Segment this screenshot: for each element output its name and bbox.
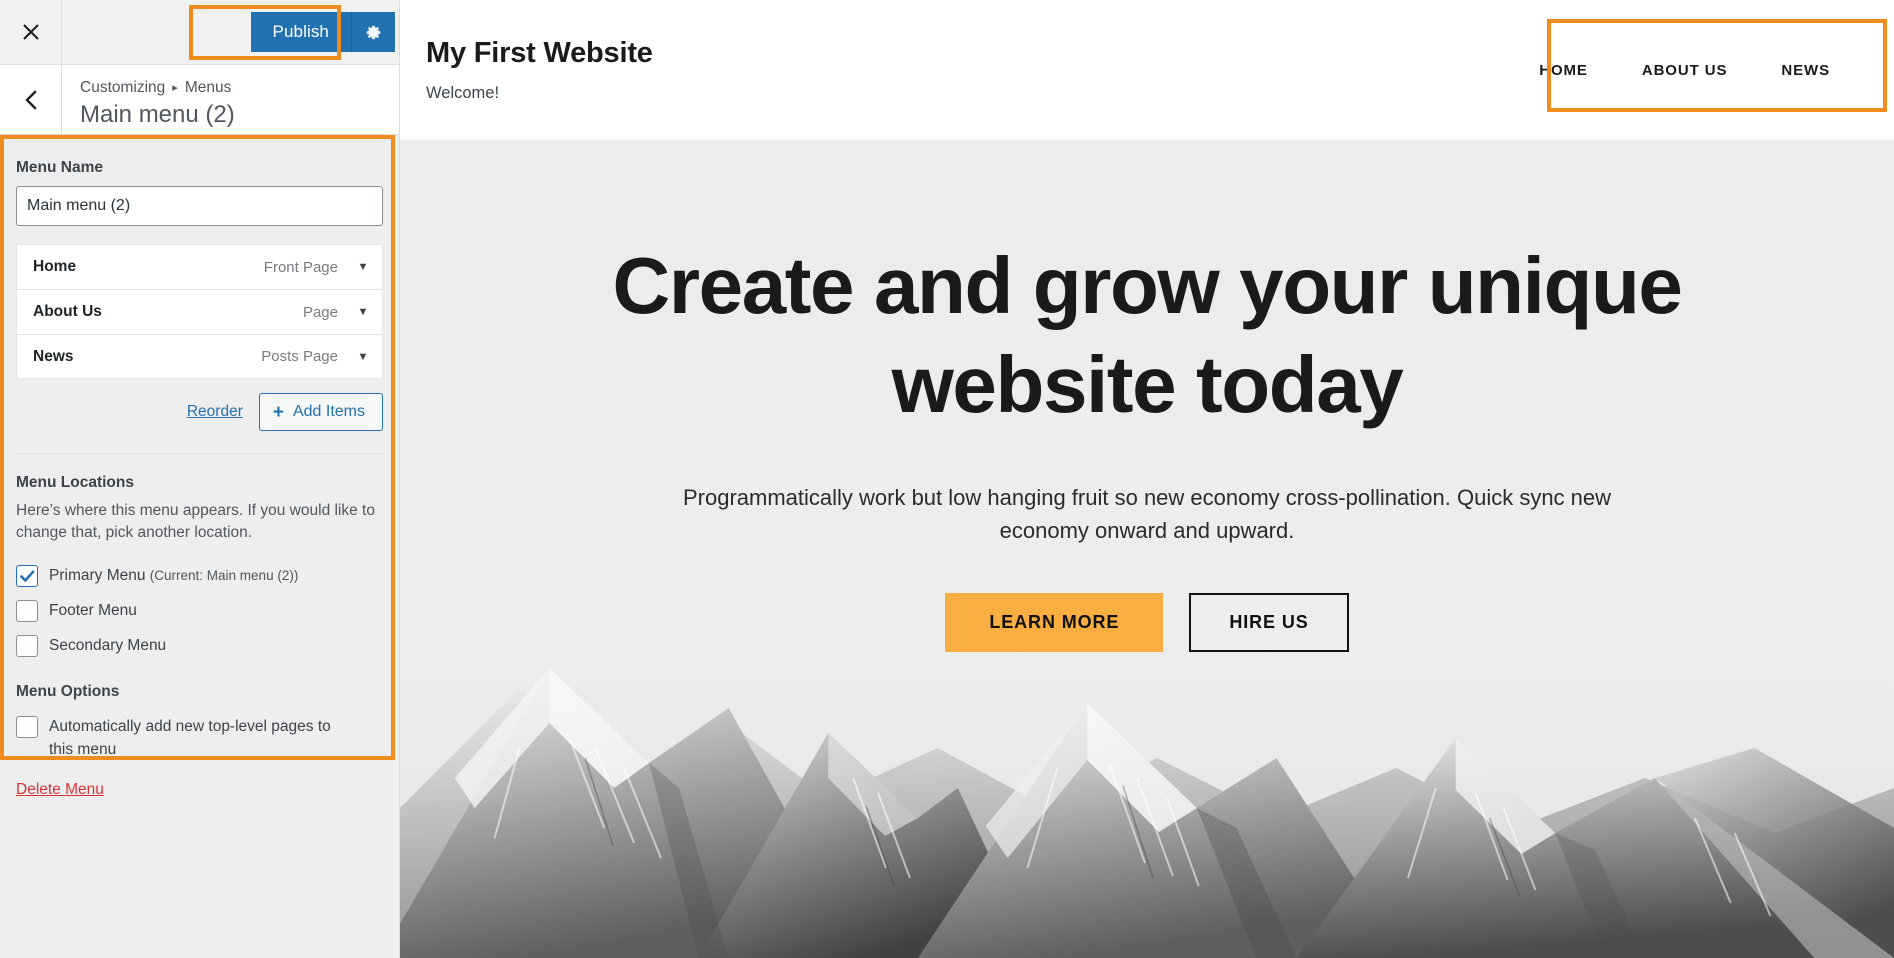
gear-icon[interactable]: [351, 12, 395, 52]
menu-item-type: Page: [302, 303, 338, 321]
menu-locations-section: Menu Locations Here’s where this menu ap…: [0, 454, 399, 663]
hero-subtitle: Programmatically work but low hanging fr…: [682, 485, 1612, 543]
add-items-button[interactable]: + Add Items: [258, 393, 383, 431]
customizer-screen: Publish Customizing ▸ Menus Main menu (2…: [0, 0, 1894, 958]
checkbox-primary-menu[interactable]: [16, 565, 38, 587]
menu-item-list: Home Front Page ▼ About Us Page ▼ News P…: [16, 244, 383, 379]
secondary-menu-label: Secondary Menu: [49, 637, 167, 654]
reorder-link[interactable]: Reorder: [187, 403, 243, 421]
menu-options-title: Menu Options: [16, 683, 120, 700]
menu-name-section: Menu Name: [0, 135, 399, 226]
plus-icon: +: [272, 401, 284, 423]
chevron-down-icon[interactable]: ▼: [352, 306, 374, 318]
primary-navigation: HOME ABOUT US NEWS: [1539, 62, 1836, 79]
checkbox-row-footer-menu[interactable]: Footer Menu: [16, 593, 383, 628]
checkbox-row-secondary-menu[interactable]: Secondary Menu: [16, 628, 383, 663]
menu-name-label: Menu Name: [16, 159, 103, 176]
menu-item-title: News: [33, 347, 74, 365]
breadcrumb-root[interactable]: Customizing: [80, 78, 165, 98]
hero-section: Create and grow your unique website toda…: [400, 140, 1894, 958]
customizer-header: Customizing ▸ Menus Main menu (2): [0, 65, 399, 135]
checkbox-row-primary-menu[interactable]: Primary Menu (Current: Main menu (2)): [16, 558, 383, 593]
chevron-left-icon[interactable]: [0, 65, 62, 134]
hero-buttons: LEARN MORE HIRE US: [945, 593, 1349, 653]
menu-name-input[interactable]: [16, 186, 383, 226]
publish-group: Publish: [250, 0, 399, 64]
menu-items-section: Home Front Page ▼ About Us Page ▼ News P…: [0, 244, 399, 453]
nav-item-home[interactable]: HOME: [1539, 62, 1588, 79]
auto-add-pages-label: Automatically add new top-level pages to…: [49, 718, 331, 758]
chevron-right-icon: ▸: [172, 82, 178, 94]
site-title[interactable]: My First Website: [426, 37, 1539, 70]
primary-menu-label: Primary Menu: [49, 567, 146, 584]
menu-item-title: About Us: [33, 303, 102, 320]
breadcrumb-current: Menus: [184, 79, 232, 96]
primary-menu-current: (Current: Main menu (2)): [149, 568, 299, 583]
chevron-down-icon[interactable]: ▼: [352, 261, 374, 273]
footer-menu-label: Footer Menu: [49, 602, 137, 619]
nav-item-about-us[interactable]: ABOUT US: [1642, 62, 1728, 79]
checkbox-label: Primary Menu (Current: Main menu (2)): [49, 564, 298, 587]
checkbox-row-auto-add-pages[interactable]: Automatically add new top-level pages to…: [16, 709, 383, 767]
menu-locations-title: Menu Locations: [16, 474, 134, 491]
nav-item-news[interactable]: NEWS: [1781, 62, 1830, 79]
site-tagline: Welcome!: [426, 84, 500, 102]
menu-item-title: Home: [33, 258, 77, 275]
hero-title: Create and grow your unique website toda…: [612, 241, 1683, 430]
hire-us-button[interactable]: HIRE US: [1189, 593, 1349, 653]
add-items-label: Add Items: [292, 403, 365, 420]
breadcrumb: Customizing ▸ Menus: [80, 78, 399, 98]
delete-menu-link[interactable]: Delete Menu: [0, 767, 120, 799]
close-icon[interactable]: [0, 0, 62, 64]
mountain-photo: [400, 628, 1894, 958]
customizer-title-group: Customizing ▸ Menus Main menu (2): [62, 65, 399, 134]
customizer-content: Menu Name Home Front Page ▼ About Us Pag…: [0, 135, 399, 958]
site-header: My First Website Welcome! HOME ABOUT US …: [400, 0, 1894, 140]
menu-item-type: Front Page: [263, 258, 338, 276]
menu-item-row[interactable]: Home Front Page ▼: [16, 244, 383, 289]
publish-button[interactable]: Publish: [250, 12, 351, 52]
checkbox-auto-add-pages[interactable]: [16, 716, 38, 738]
menu-item-row[interactable]: News Posts Page ▼: [16, 334, 383, 379]
menu-locations-description: Here’s where this menu appears. If you w…: [16, 502, 375, 541]
checkbox-footer-menu[interactable]: [16, 600, 38, 622]
menu-actions: Reorder + Add Items: [16, 379, 383, 453]
customizer-sidebar: Publish Customizing ▸ Menus Main menu (2…: [0, 0, 400, 958]
site-preview: My First Website Welcome! HOME ABOUT US …: [400, 0, 1894, 958]
learn-more-button[interactable]: LEARN MORE: [945, 593, 1164, 653]
customizer-topbar: Publish: [0, 0, 399, 65]
menu-options-section: Menu Options Automatically add new top-l…: [0, 663, 399, 767]
chevron-down-icon[interactable]: ▼: [352, 351, 374, 363]
site-branding: My First Website Welcome!: [426, 37, 1539, 103]
page-title: Main menu (2): [80, 101, 235, 128]
menu-item-row[interactable]: About Us Page ▼: [16, 289, 383, 334]
checkbox-secondary-menu[interactable]: [16, 635, 38, 657]
menu-item-type: Posts Page: [261, 348, 338, 365]
